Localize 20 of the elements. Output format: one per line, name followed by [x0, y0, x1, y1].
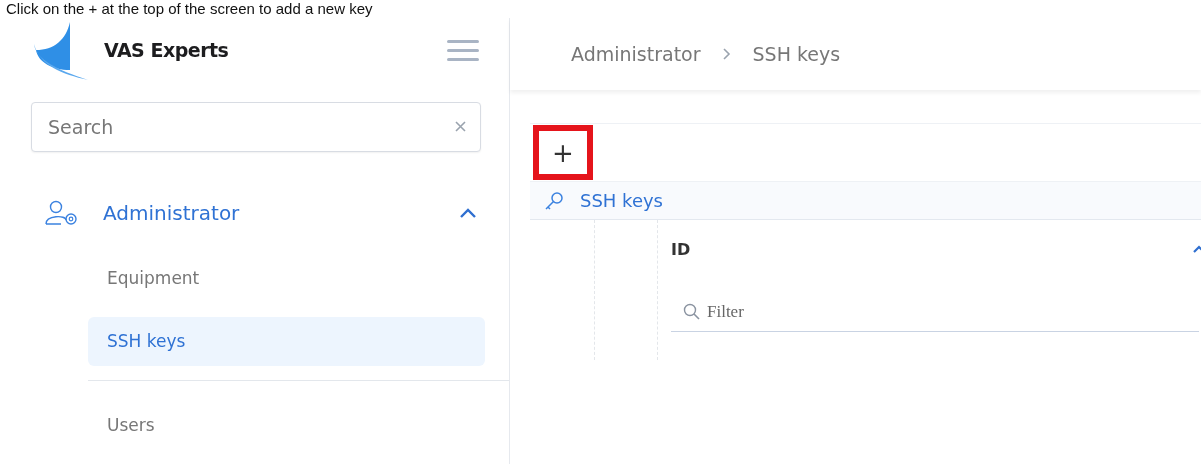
menu-item[interactable]: SSH keys [88, 317, 485, 366]
breadcrumb-link[interactable]: Administrator [571, 43, 701, 65]
key-icon [544, 190, 564, 211]
menu-group[interactable]: Administrator [45, 199, 481, 226]
search-icon [683, 303, 701, 321]
column-header[interactable]: ID [671, 239, 691, 259]
menu-item[interactable]: Users [88, 401, 485, 450]
chevron-right-icon [722, 48, 731, 60]
user-gear-icon [45, 199, 79, 226]
menu-item[interactable]: Equipment [88, 254, 485, 303]
filter-field[interactable]: Filter [671, 292, 1199, 332]
add-button[interactable]: + [533, 125, 593, 180]
chevron-up-icon [459, 206, 477, 219]
search-field[interactable]: Search [31, 101, 481, 152]
clear-icon [455, 120, 466, 132]
breadcrumb-link[interactable]: SSH keys [752, 43, 841, 65]
grid-title-bar: SSH keys [530, 181, 1201, 220]
menu-icon [447, 38, 479, 63]
instruction-text: Click on the + at the top of the screen to add a new key [5, 0, 374, 18]
brand-name: VAS Experts [104, 39, 229, 62]
